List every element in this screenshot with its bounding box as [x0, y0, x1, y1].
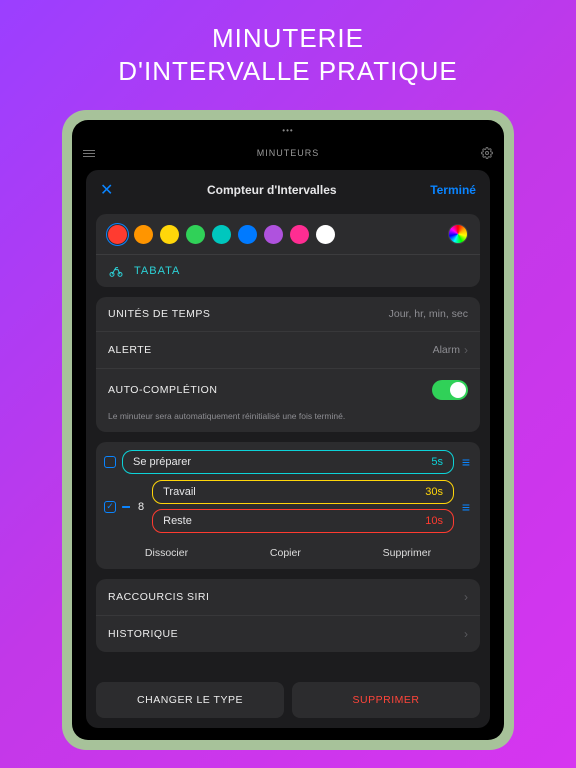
drag-handle-icon[interactable]: ≡: [460, 454, 472, 470]
interval-group-row: 8 Travail 30s Reste 10s ≡: [104, 480, 472, 533]
color-swatch[interactable]: [212, 225, 231, 244]
siri-shortcuts-row[interactable]: RACCOURCIS SIRI ›: [96, 579, 480, 615]
interval-actions: Dissocier Copier Supprimer: [104, 539, 472, 561]
prep-checkbox[interactable]: [104, 456, 116, 468]
prep-duration: 5s: [431, 456, 443, 468]
promo-line1: MINUTERIE: [0, 22, 576, 55]
bike-icon: [108, 263, 124, 279]
group-pills: Travail 30s Reste 10s: [152, 480, 454, 533]
status-dots-icon: •••: [282, 126, 293, 135]
work-duration: 30s: [425, 486, 443, 498]
color-swatch[interactable]: [134, 225, 153, 244]
autocomplete-row: AUTO-COMPLÉTION: [96, 368, 480, 411]
autocomplete-toggle[interactable]: [432, 380, 468, 400]
close-button[interactable]: ✕: [100, 180, 113, 200]
units-label: UNITÉS DE TEMPS: [108, 308, 210, 320]
menu-icon[interactable]: [82, 146, 96, 160]
chevron-right-icon: ›: [464, 627, 468, 641]
color-swatch[interactable]: [290, 225, 309, 244]
modal-header: ✕ Compteur d'Intervalles Terminé: [86, 170, 490, 210]
modal-title: Compteur d'Intervalles: [207, 183, 337, 197]
units-row[interactable]: UNITÉS DE TEMPS Jour, hr, min, sec: [96, 297, 480, 331]
color-wheel-icon[interactable]: [448, 224, 468, 244]
rest-pill[interactable]: Reste 10s: [152, 509, 454, 533]
promo-headline: MINUTERIE D'INTERVALLE PRATIQUE: [0, 0, 576, 105]
delete-action[interactable]: Supprimer: [383, 547, 431, 559]
promo-line2: D'INTERVALLE PRATIQUE: [0, 55, 576, 88]
modal-body: TABATA UNITÉS DE TEMPS Jour, hr, min, se…: [86, 210, 490, 682]
nav-title: MINUTEURS: [96, 148, 480, 158]
done-button[interactable]: Terminé: [430, 183, 476, 197]
color-swatch[interactable]: [238, 225, 257, 244]
copy-action[interactable]: Copier: [270, 547, 301, 559]
history-label: HISTORIQUE: [108, 628, 178, 640]
bottom-button-bar: CHANGER LE TYPE SUPPRIMER: [86, 682, 490, 728]
alert-row[interactable]: ALERTE Alarm›: [96, 331, 480, 368]
tablet-screen: ••• MINUTEURS ✕ Compteur d'Intervalles T…: [72, 120, 504, 740]
chevron-right-icon: ›: [464, 590, 468, 604]
links-card: RACCOURCIS SIRI › HISTORIQUE ›: [96, 579, 480, 652]
chevron-right-icon: ›: [464, 343, 468, 357]
rest-name: Reste: [163, 515, 192, 527]
prep-name: Se préparer: [133, 456, 191, 468]
alert-value: Alarm›: [433, 343, 468, 357]
color-palette-row: [96, 214, 480, 254]
color-swatch[interactable]: [316, 225, 335, 244]
interval-prep-row: Se préparer 5s ≡: [104, 450, 472, 474]
intervals-card: Se préparer 5s ≡ 8 Travail 30s: [96, 442, 480, 569]
group-checkbox[interactable]: [104, 501, 116, 513]
autocomplete-description: Le minuteur sera automatiquement réiniti…: [96, 411, 480, 432]
rest-duration: 10s: [425, 515, 443, 527]
color-swatch[interactable]: [160, 225, 179, 244]
work-pill[interactable]: Travail 30s: [152, 480, 454, 504]
ungroup-action[interactable]: Dissocier: [145, 547, 188, 559]
color-preset-card: TABATA: [96, 214, 480, 287]
autocomplete-label: AUTO-COMPLÉTION: [108, 384, 217, 396]
prep-pill[interactable]: Se préparer 5s: [122, 450, 454, 474]
drag-handle-icon[interactable]: ≡: [460, 499, 472, 515]
units-value: Jour, hr, min, sec: [389, 308, 468, 320]
tablet-frame: ••• MINUTEURS ✕ Compteur d'Intervalles T…: [62, 110, 514, 750]
group-repeat-count[interactable]: 8: [136, 501, 146, 513]
color-swatch[interactable]: [108, 225, 127, 244]
change-type-button[interactable]: CHANGER LE TYPE: [96, 682, 284, 718]
settings-card: UNITÉS DE TEMPS Jour, hr, min, sec ALERT…: [96, 297, 480, 432]
work-name: Travail: [163, 486, 196, 498]
group-bracket: [122, 506, 130, 508]
color-swatch[interactable]: [264, 225, 283, 244]
preset-row[interactable]: TABATA: [96, 254, 480, 287]
color-swatch[interactable]: [186, 225, 205, 244]
interval-editor-modal: ✕ Compteur d'Intervalles Terminé TABATA …: [86, 170, 490, 728]
gear-icon[interactable]: [480, 146, 494, 160]
preset-name: TABATA: [134, 265, 180, 277]
siri-label: RACCOURCIS SIRI: [108, 591, 209, 603]
app-nav-bar: MINUTEURS: [72, 140, 504, 166]
delete-button[interactable]: SUPPRIMER: [292, 682, 480, 718]
alert-label: ALERTE: [108, 344, 152, 356]
status-bar: •••: [72, 120, 504, 140]
history-row[interactable]: HISTORIQUE ›: [96, 615, 480, 652]
